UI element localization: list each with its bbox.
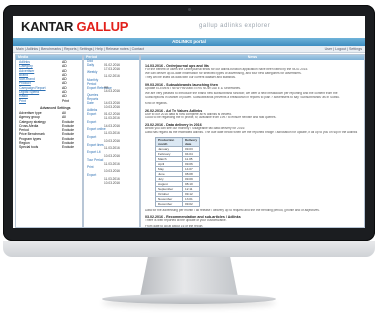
window-title: ADLINKS portal [172, 39, 206, 44]
nav-bar: Main | Adlinks | Benchmarks | Reports | … [13, 46, 365, 53]
monitor-chin [3, 241, 375, 257]
media-panel-title: Media [18, 55, 29, 59]
title-bar: ADLINKS portal [13, 38, 365, 46]
delivery-table: Production month Delivery date January 09.0… [155, 136, 201, 207]
media-item[interactable]: Print Print [16, 99, 82, 103]
camera-icon [188, 8, 191, 11]
news-item-text: Good to be regarding the tv profile, tv,… [145, 116, 277, 120]
monitor-screen: KANTAR GALLUP gallup adlinks explorer AD… [13, 16, 365, 228]
news-item-text: Subscriptions in Market of power. Subsub… [145, 96, 340, 100]
news-item-text: From date to ad at about 16 of the repor… [145, 224, 204, 228]
monitor-stand [140, 257, 238, 297]
media-panel: Media Adlinks AD Category AD Advertiser AD Bra… [15, 54, 83, 228]
news-item-text: Data has regard as the estimated adlinks… [145, 130, 358, 134]
setting-value[interactable]: Exclude [62, 145, 74, 149]
news-panel-title: News [247, 55, 258, 59]
advanced-settings-list: Advertiser type All Agency group All Categor… [16, 111, 82, 150]
main-nav-links[interactable]: Main | Adlinks | Benchmarks | Reports | … [16, 47, 144, 51]
media-item-label: Print [19, 98, 26, 103]
period-row[interactable]: 10.03.2016 [84, 180, 139, 186]
news-panel: News 14.03.2016 - Ordrejournal ups and l… [140, 54, 365, 228]
brand-logo[interactable]: KANTAR GALLUP [21, 19, 128, 34]
media-list: Adlinks AD Category AD Advertiser AD Brand AD Su… [16, 60, 82, 103]
table-header-row: Production month Delivery date [155, 136, 201, 147]
table-header-cell: Delivery date [181, 136, 201, 147]
brand-bar: KANTAR GALLUP gallup adlinks explorer [13, 16, 365, 38]
table-header-cell: Production month [155, 136, 183, 147]
news-list-top: 14.03.2016 - Ordrejournal ups and lits Fo… [145, 64, 360, 134]
table-row: December 09.02 [155, 200, 201, 207]
brand-name: KANTAR GALLUP [21, 19, 129, 34]
user-nav-links[interactable]: User | Logout | Settings [325, 47, 362, 51]
setting-label: Special tools [19, 145, 39, 150]
period-panel: Period Ddd Daily 01.02.2016 17.03.2016 Weekl… [83, 54, 140, 228]
table-cell: 09.02 [181, 200, 201, 207]
news-content: 14.03.2016 - Ordrejournal ups and lits Fo… [141, 60, 364, 228]
brand-tagline: gallup adlinks explorer [199, 23, 271, 29]
delivery-note-text: Data for the advertising per month / all… [145, 208, 320, 212]
news-panel-header: News [141, 55, 364, 60]
monitor-stand-base [102, 294, 276, 304]
period-date: 10.03.2016 [104, 180, 120, 185]
table-cell: December [155, 200, 183, 207]
news-item-text: They will be listed as data with our cur… [145, 76, 236, 80]
delivery-note: Data for the advertising per month / all… [145, 209, 360, 213]
period-list: Ddd Daily 01.02.2016 17.03.2016 Weekly 11.02.… [84, 59, 139, 186]
news-item-text: Kind of regards. [145, 102, 168, 106]
setting-row[interactable]: Special tools Exclude [16, 145, 82, 149]
news-list-bottom: 03.02.2016 - Recommendation and sub-arti… [145, 215, 360, 228]
media-item-value: Print [62, 98, 69, 103]
monitor-bezel: KANTAR GALLUP gallup adlinks explorer AD… [3, 5, 375, 241]
